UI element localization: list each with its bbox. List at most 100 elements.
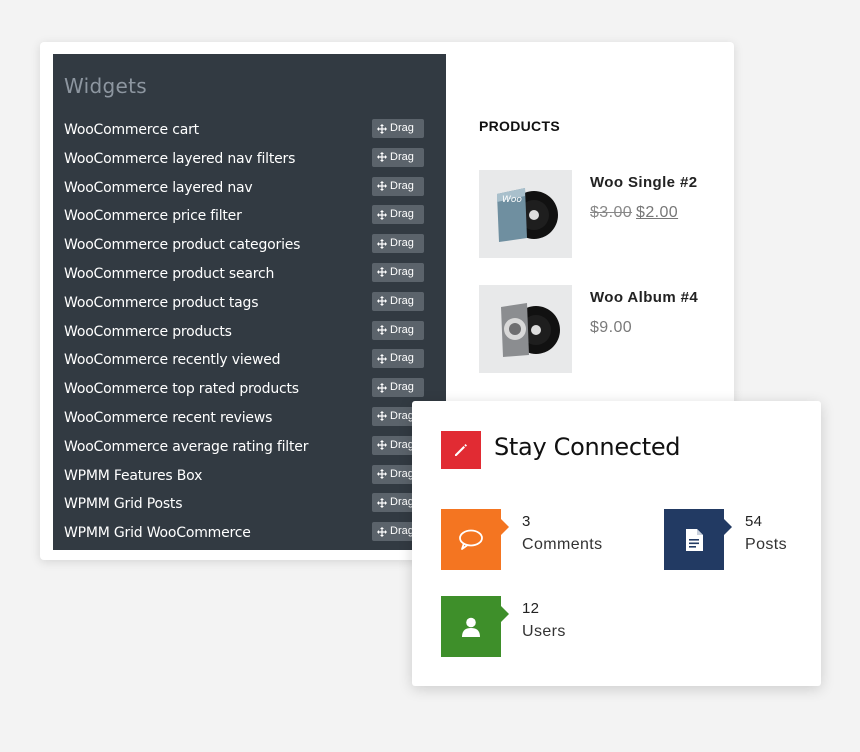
user-icon — [441, 596, 509, 657]
move-icon — [377, 296, 387, 307]
product-old-price: $3.00 — [590, 204, 633, 221]
drag-button[interactable]: Drag — [372, 291, 424, 311]
widget-label: WooCommerce layered nav filters — [64, 150, 296, 167]
product-price: $3.00 $2.00 — [590, 204, 678, 222]
widget-row: WooCommerce cart Drag — [53, 117, 446, 146]
widgets-title: Widgets — [64, 74, 147, 98]
widget-row: WPMM Grid WooCommerce Drag — [53, 520, 446, 549]
move-icon — [377, 353, 387, 364]
drag-button[interactable]: Drag — [372, 378, 424, 398]
drag-button[interactable]: Drag — [372, 147, 424, 167]
drag-label: Drag — [390, 525, 414, 538]
pencil-icon — [441, 431, 481, 469]
drag-label: Drag — [390, 438, 414, 451]
product-item[interactable]: Woo Woo Single #2 $3.00 $2.00 — [479, 170, 719, 260]
svg-text:Woo: Woo — [502, 195, 522, 205]
drag-label: Drag — [390, 294, 414, 307]
widget-label: WPMM Grid WooCommerce — [64, 525, 251, 542]
move-icon — [377, 152, 387, 163]
stat-label: Users — [522, 623, 566, 640]
album-cover-image: Woo — [497, 188, 558, 242]
widget-label: WooCommerce products — [64, 323, 232, 340]
widget-row: WooCommerce layered nav Drag — [53, 175, 446, 204]
stat-label: Comments — [522, 536, 603, 553]
drag-label: Drag — [390, 496, 414, 509]
product-name[interactable]: Woo Album #4 — [590, 289, 698, 306]
stat-count: 12 — [522, 600, 540, 617]
product-name[interactable]: Woo Single #2 — [590, 174, 697, 191]
stat-label: Posts — [745, 536, 788, 553]
drag-label: Drag — [390, 323, 414, 336]
widgets-panel: Widgets WooCommerce cart Drag WooCommerce … — [53, 54, 446, 550]
drag-label: Drag — [390, 208, 414, 221]
drag-button[interactable]: Drag — [372, 176, 424, 196]
widget-row: WooCommerce product categories Drag — [53, 232, 446, 261]
product-thumbnail[interactable] — [479, 285, 572, 373]
widget-label: WooCommerce recent reviews — [64, 409, 273, 426]
drag-button[interactable]: Drag — [372, 205, 424, 225]
widget-label: WooCommerce product categories — [64, 237, 301, 254]
drag-label: Drag — [390, 409, 414, 422]
widget-row: WooCommerce recently viewed Drag — [53, 347, 446, 376]
stat-count: 54 — [745, 513, 763, 530]
stat-posts[interactable]: 54 Posts — [664, 509, 834, 571]
widget-row: WooCommerce products Drag — [53, 319, 446, 348]
product-thumbnail[interactable]: Woo — [479, 170, 572, 258]
comment-icon — [441, 509, 509, 570]
widget-label: WPMM Features Box — [64, 467, 203, 484]
widget-label: WooCommerce product tags — [64, 294, 259, 311]
move-icon — [377, 497, 387, 508]
move-icon — [377, 123, 387, 134]
drag-label: Drag — [390, 237, 414, 250]
widget-label: WooCommerce product search — [64, 265, 275, 282]
move-icon — [377, 469, 387, 480]
widget-label: WooCommerce average rating filter — [64, 438, 309, 455]
widget-row: WPMM Features Box Drag — [53, 463, 446, 492]
widget-row: WooCommerce recent reviews Drag — [53, 405, 446, 434]
widget-row: WPMM Grid Posts Drag — [53, 491, 446, 520]
widget-list: WooCommerce cart Drag WooCommerce layered … — [53, 117, 446, 549]
drag-button[interactable]: Drag — [372, 234, 424, 254]
widget-label: WooCommerce recently viewed — [64, 352, 281, 369]
stat-count: 3 — [522, 513, 531, 530]
drag-label: Drag — [390, 265, 414, 278]
move-icon — [377, 238, 387, 249]
drag-button[interactable]: Drag — [372, 349, 424, 369]
move-icon — [377, 181, 387, 192]
widget-row: WooCommerce layered nav filters Drag — [53, 146, 446, 175]
widget-label: WooCommerce price filter — [64, 208, 242, 225]
widget-label: WooCommerce layered nav — [64, 179, 253, 196]
widget-row: WooCommerce product search Drag — [53, 261, 446, 290]
widget-row: WooCommerce average rating filter Drag — [53, 434, 446, 463]
drag-label: Drag — [390, 179, 414, 192]
widget-label: WooCommerce top rated products — [64, 381, 299, 398]
move-icon — [377, 440, 387, 451]
product-price: $9.00 — [590, 319, 632, 337]
widget-row: WooCommerce product tags Drag — [53, 290, 446, 319]
move-icon — [377, 209, 387, 220]
product-regular-price: $9.00 — [590, 319, 633, 336]
album-cover-image — [501, 303, 560, 357]
drag-label: Drag — [390, 122, 414, 134]
widget-row: WooCommerce price filter Drag — [53, 203, 446, 232]
product-sale-price: $2.00 — [636, 204, 679, 221]
stay-connected-title: Stay Connected — [494, 433, 681, 461]
move-icon — [377, 382, 387, 393]
stat-comments[interactable]: 3 Comments — [441, 509, 611, 571]
move-icon — [377, 325, 387, 336]
widget-label: WPMM Grid Posts — [64, 496, 183, 513]
drag-button[interactable]: Drag — [372, 320, 424, 340]
move-icon — [377, 526, 387, 537]
stat-users[interactable]: 12 Users — [441, 596, 611, 658]
products-title: PRODUCTS — [479, 118, 560, 134]
drag-label: Drag — [390, 381, 414, 394]
widget-label: WooCommerce cart — [64, 122, 199, 138]
document-icon — [664, 509, 732, 570]
drag-button[interactable]: Drag — [372, 262, 424, 282]
product-item[interactable]: Woo Album #4 $9.00 — [479, 285, 719, 375]
stay-connected-card: Stay Connected 3 Comments 54 Posts 12 Us… — [412, 401, 821, 686]
drag-button[interactable]: Drag — [372, 119, 424, 138]
widget-row: WooCommerce top rated products Drag — [53, 376, 446, 405]
move-icon — [377, 267, 387, 278]
drag-label: Drag — [390, 352, 414, 365]
